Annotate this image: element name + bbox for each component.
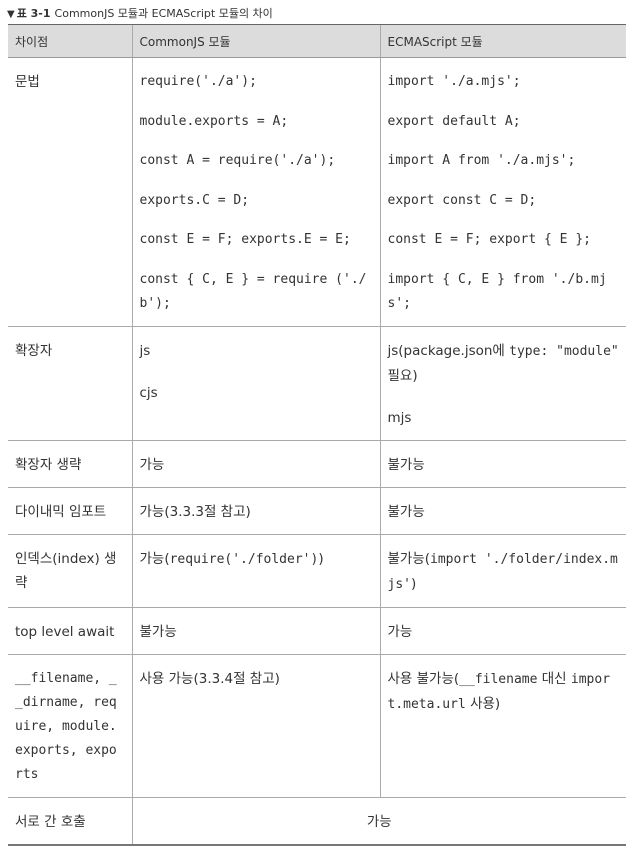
text-part: 불가능( bbox=[387, 550, 431, 567]
header-ecmascript: ECMAScript 모듈 bbox=[379, 24, 626, 58]
table-row: 확장자 js cjs js(package.json에 type: "modul… bbox=[8, 326, 626, 441]
commonjs-cell: 가능 bbox=[131, 440, 380, 488]
code-line: const { C, E } = require ('./b'); bbox=[139, 271, 367, 311]
table-row: top level await 불가능 가능 bbox=[8, 607, 626, 655]
ecmascript-cell: 사용 불가능(__filename 대신 import.meta.url 사용) bbox=[379, 654, 626, 798]
code-line: const E = F; exports.E = E; bbox=[139, 232, 351, 247]
triangle-down-icon: ▼ bbox=[7, 9, 15, 20]
code-line: module.exports = A; bbox=[139, 113, 289, 129]
inline-code: type: "module" bbox=[509, 343, 619, 359]
row-label: 인덱스(index) 생략 bbox=[8, 534, 132, 608]
row-label: __filename, __dirname, require, module.e… bbox=[8, 654, 132, 798]
text-part: 가능( bbox=[139, 550, 170, 567]
code-line: import A from './a.mjs'; bbox=[387, 153, 576, 168]
code-line: const E = F; export { E }; bbox=[387, 232, 592, 247]
row-label: 확장자 생략 bbox=[8, 440, 132, 488]
code-line: export const C = D; bbox=[387, 192, 537, 208]
text-part: 사용) bbox=[465, 695, 501, 712]
commonjs-cell: 가능(3.3.3절 참고) bbox=[131, 487, 380, 535]
table-caption: ▼ 표 3-1 CommonJS 모듈과 ECMAScript 모듈의 차이 bbox=[7, 5, 273, 21]
commonjs-cell: 불가능 bbox=[131, 607, 380, 655]
text-part: 대신 bbox=[537, 670, 571, 687]
commonjs-cell: js cjs bbox=[131, 326, 380, 441]
commonjs-cell: 사용 가능(3.3.4절 참고) bbox=[131, 654, 380, 798]
header-commonjs: CommonJS 모듈 bbox=[131, 24, 380, 58]
table-row: 문법 require('./a'); module.exports = A; c… bbox=[8, 57, 626, 327]
ecmascript-cell: 불가능(import './folder/index.mjs') bbox=[379, 534, 626, 608]
table-row: 서로 간 호출 가능 bbox=[8, 797, 626, 846]
text-part: js(package.json에 bbox=[387, 342, 510, 359]
code-line: export default A; bbox=[387, 113, 521, 129]
row-label: 문법 bbox=[8, 57, 132, 327]
code-line: const A = require('./a'); bbox=[139, 153, 336, 168]
text-part: ) bbox=[318, 550, 324, 567]
cell-text: js(package.json에 type: "module" 필요) bbox=[388, 339, 620, 388]
code-line: require('./a'); bbox=[139, 74, 257, 89]
table-title: CommonJS 모듈과 ECMAScript 모듈의 차이 bbox=[54, 7, 273, 20]
ecmascript-cell: import './a.mjs'; export default A; impo… bbox=[379, 57, 626, 327]
table-row: 인덱스(index) 생략 가능(require('./folder')) 불가… bbox=[8, 534, 626, 608]
table-row: __filename, __dirname, require, module.e… bbox=[8, 654, 626, 798]
comparison-table: 차이점 CommonJS 모듈 ECMAScript 모듈 문법 require… bbox=[8, 24, 626, 846]
code-line: import './a.mjs'; bbox=[387, 74, 521, 89]
row-label: 다이내믹 임포트 bbox=[8, 487, 132, 535]
code-line: exports.C = D; bbox=[139, 192, 250, 208]
text-part: ) bbox=[410, 575, 417, 592]
row-label: 확장자 bbox=[8, 326, 132, 441]
commonjs-cell: 가능(require('./folder')) bbox=[131, 534, 380, 608]
ecmascript-cell: 불가능 bbox=[379, 440, 626, 488]
row-label: top level await bbox=[8, 607, 132, 655]
text-part: 필요) bbox=[387, 367, 418, 384]
commonjs-cell: require('./a'); module.exports = A; cons… bbox=[131, 57, 380, 327]
header-difference: 차이점 bbox=[8, 24, 132, 58]
table-row: 확장자 생략 가능 불가능 bbox=[8, 440, 626, 488]
merged-cell: 가능 bbox=[131, 797, 626, 846]
inline-code: require('./folder') bbox=[169, 551, 319, 567]
ecmascript-cell: js(package.json에 type: "module" 필요) mjs bbox=[379, 326, 626, 441]
header-row: 차이점 CommonJS 모듈 ECMAScript 모듈 bbox=[8, 24, 626, 58]
table-row: 다이내믹 임포트 가능(3.3.3절 참고) 불가능 bbox=[8, 487, 626, 535]
cell-text: mjs bbox=[387, 409, 412, 426]
inline-code: __filename bbox=[459, 671, 538, 687]
table-number: 표 3-1 bbox=[16, 7, 51, 20]
ecmascript-cell: 가능 bbox=[379, 607, 626, 655]
cell-text: js bbox=[139, 342, 151, 359]
code-line: import { C, E } from './b.mjs'; bbox=[387, 271, 607, 311]
row-label: 서로 간 호출 bbox=[8, 797, 132, 846]
ecmascript-cell: 불가능 bbox=[379, 487, 626, 535]
text-part: 사용 불가능( bbox=[387, 670, 460, 687]
cell-text: cjs bbox=[139, 384, 158, 401]
